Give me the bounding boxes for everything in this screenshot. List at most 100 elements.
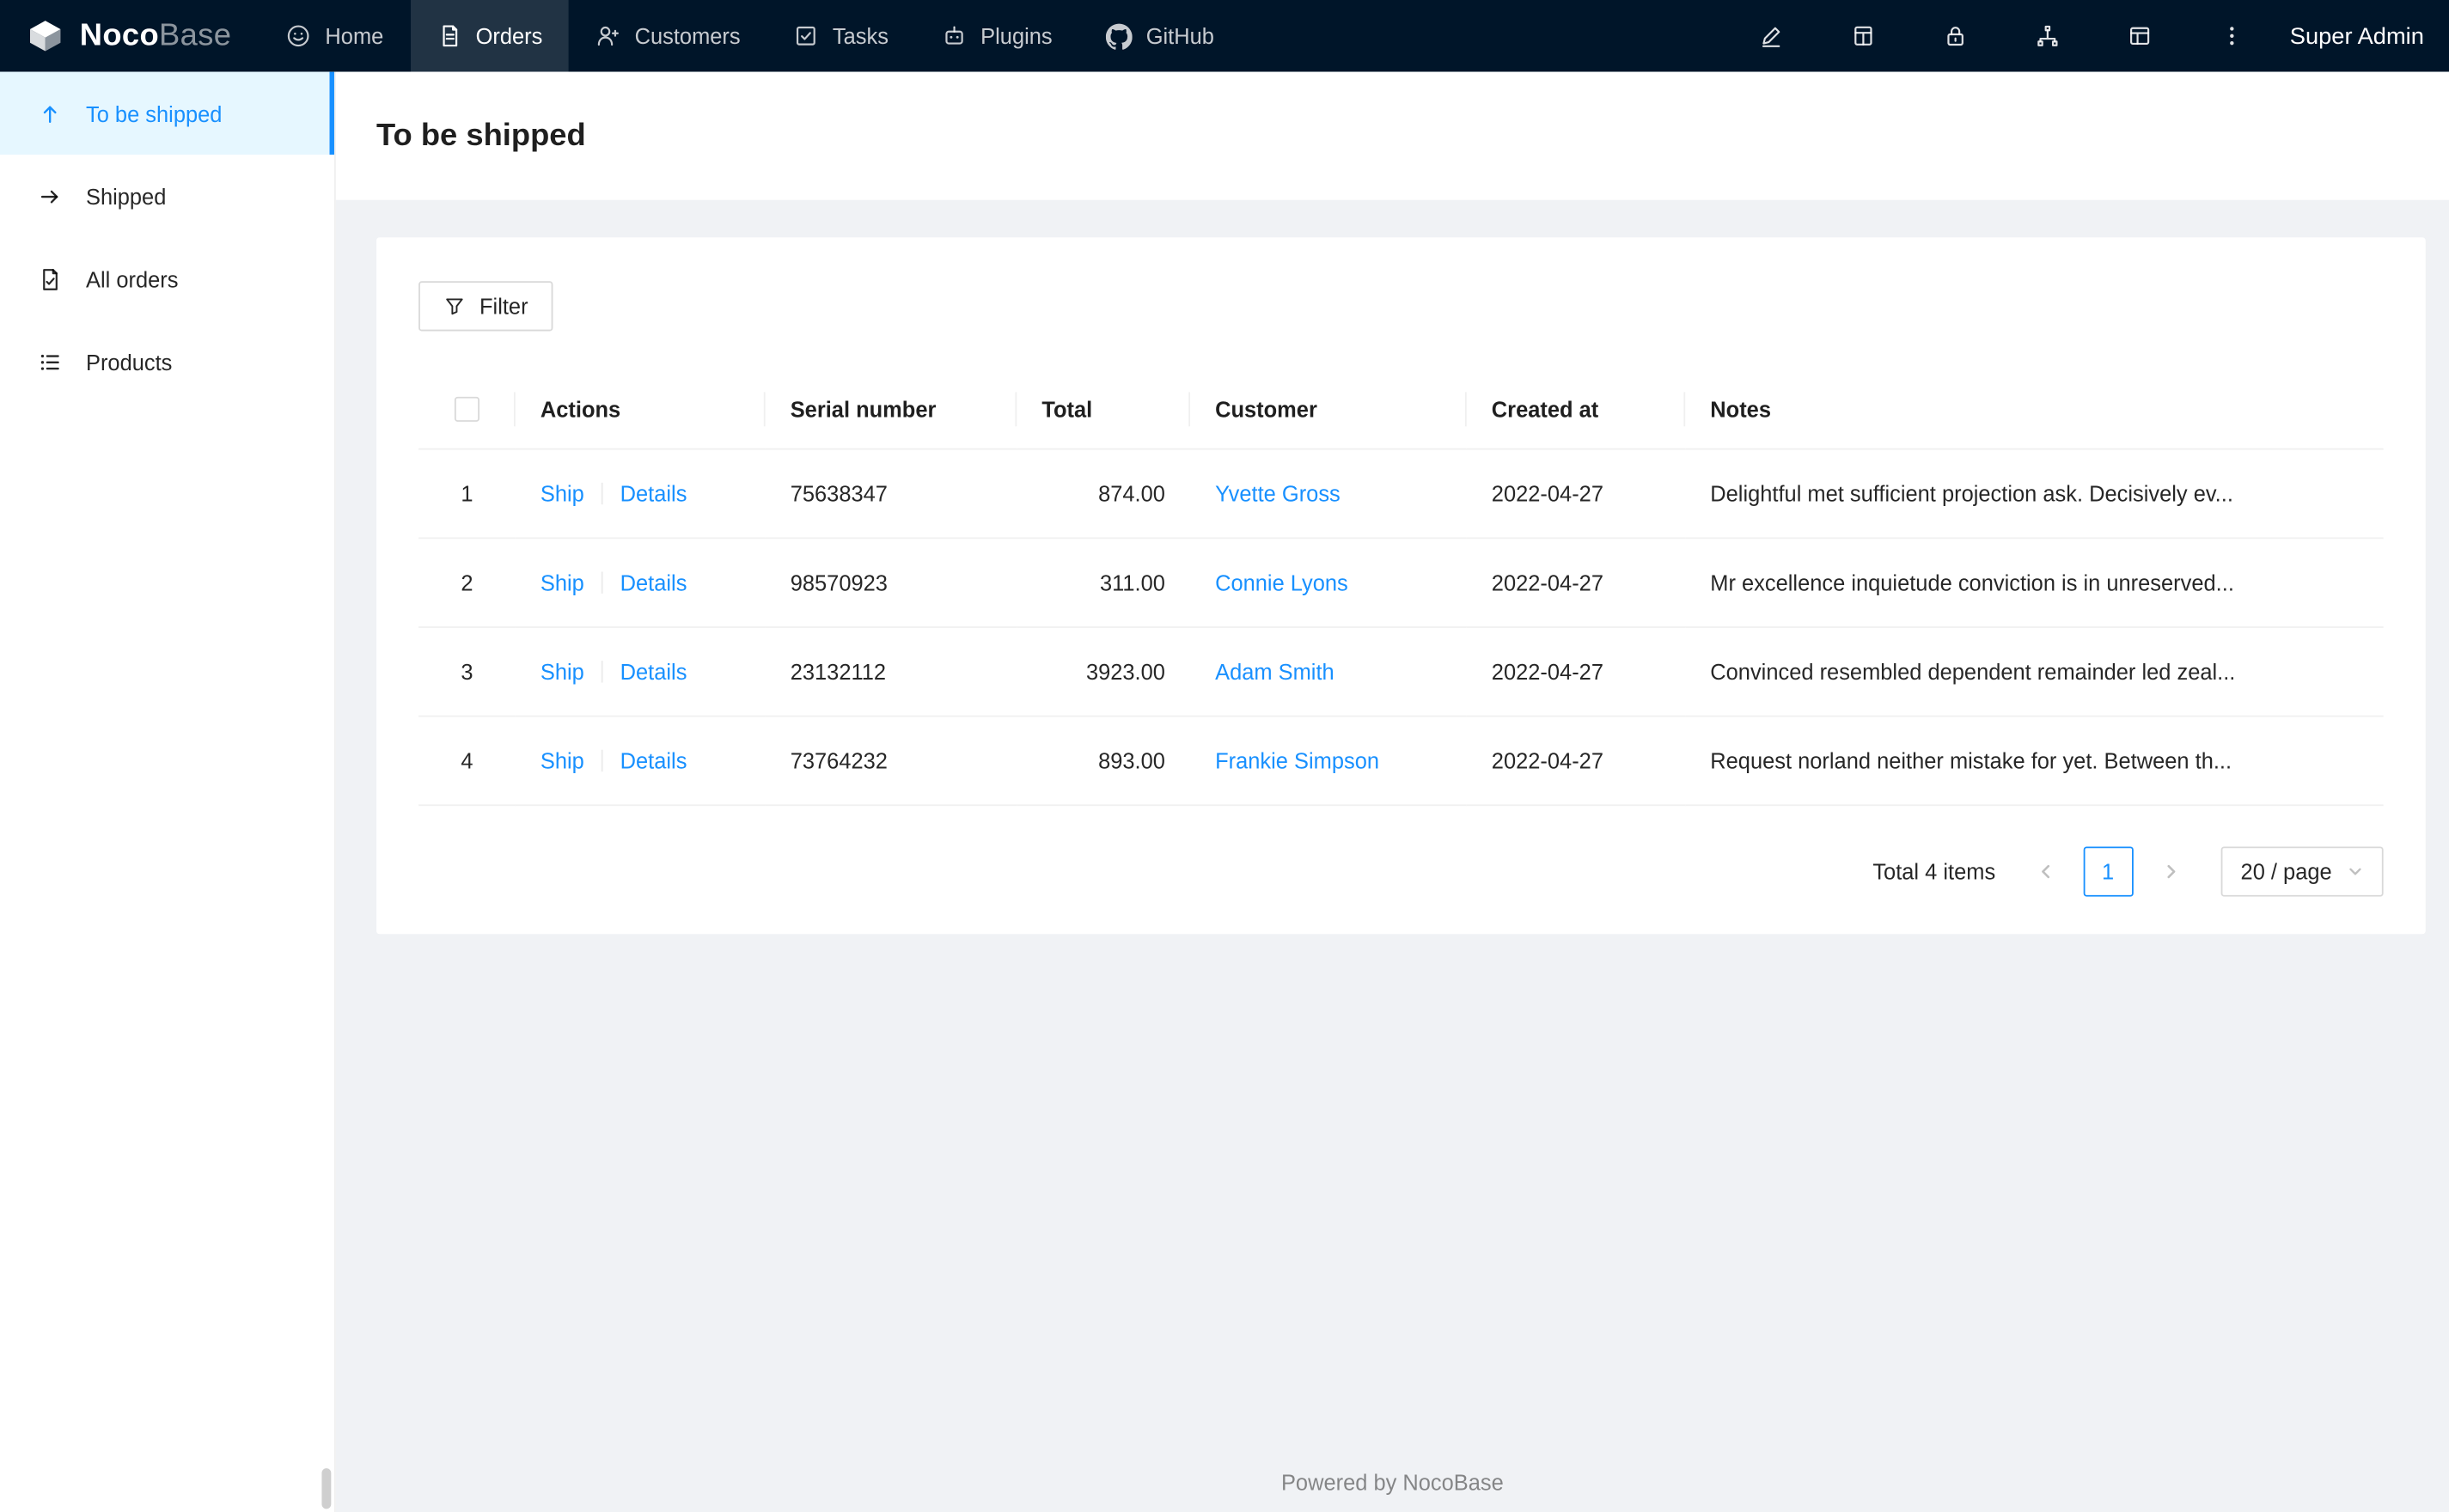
customer-cell: Yvette Gross xyxy=(1190,450,1467,540)
serial-cell: 73764232 xyxy=(765,717,1017,807)
nav-item-label: Customers xyxy=(634,23,741,49)
plugins-icon xyxy=(942,23,967,48)
table-header-row: Actions Serial number Total Customer Cre… xyxy=(418,369,2384,451)
table-row: 1 Ship Details 75638347 874.00 Yvette Gro… xyxy=(418,450,2384,540)
sidebar-item-products[interactable]: Products xyxy=(0,320,334,403)
customer-link[interactable]: Frankie Simpson xyxy=(1215,748,1379,773)
customer-cell: Frankie Simpson xyxy=(1190,717,1467,807)
layout-icon xyxy=(2127,23,2152,48)
nav-item-label: Plugins xyxy=(980,23,1053,49)
prev-page-button[interactable] xyxy=(2020,847,2070,897)
nav-item-customers[interactable]: Customers xyxy=(569,0,766,72)
column-header-actions: Actions xyxy=(515,369,766,451)
ship-link[interactable]: Ship xyxy=(540,570,584,595)
nocobase-logo[interactable]: NocoBase xyxy=(0,0,260,72)
user-menu[interactable]: Super Admin xyxy=(2277,22,2449,49)
orders-file-icon xyxy=(38,266,63,291)
action-divider xyxy=(601,483,603,505)
logo-text: NocoBase xyxy=(79,17,232,52)
details-link[interactable]: Details xyxy=(620,748,687,773)
customer-cell: Adam Smith xyxy=(1190,628,1467,718)
ship-link[interactable]: Ship xyxy=(540,748,584,773)
ui-editor-button[interactable] xyxy=(1725,0,1817,72)
row-index: 4 xyxy=(418,717,516,807)
notes-cell: Mr excellence inquietude conviction is i… xyxy=(1685,540,2384,629)
row-actions: Ship Details xyxy=(515,540,766,629)
access-control-button[interactable] xyxy=(1909,0,2000,72)
nav-item-plugins[interactable]: Plugins xyxy=(915,0,1079,72)
customer-link[interactable]: Adam Smith xyxy=(1215,660,1334,685)
page-header: To be shipped xyxy=(335,71,2449,200)
nav-item-home[interactable]: Home xyxy=(260,0,410,72)
nocobase-logo-icon xyxy=(25,15,65,56)
details-link[interactable]: Details xyxy=(620,660,687,685)
ship-link[interactable]: Ship xyxy=(540,482,584,507)
collections-button[interactable] xyxy=(1817,0,1909,72)
total-cell: 893.00 xyxy=(1017,717,1191,807)
row-index: 1 xyxy=(418,450,516,540)
nav-item-label: GitHub xyxy=(1145,23,1214,49)
details-link[interactable]: Details xyxy=(620,482,687,507)
highlighter-icon xyxy=(1758,23,1783,48)
customer-link[interactable]: Yvette Gross xyxy=(1215,482,1341,507)
nav-item-label: Home xyxy=(325,23,384,49)
orders-table: Actions Serial number Total Customer Cre… xyxy=(418,369,2384,807)
next-page-button[interactable] xyxy=(2146,847,2196,897)
orders-icon xyxy=(437,23,461,48)
customer-cell: Connie Lyons xyxy=(1190,540,1467,629)
home-icon xyxy=(286,23,311,48)
column-header-total: Total xyxy=(1017,369,1191,451)
sidebar-item-label: Products xyxy=(85,349,173,375)
page-size-value: 20 / page xyxy=(2240,859,2332,885)
more-button[interactable] xyxy=(2185,0,2277,72)
serial-cell: 75638347 xyxy=(765,450,1017,540)
column-header-notes: Notes xyxy=(1685,369,2384,451)
select-all-checkbox[interactable] xyxy=(454,397,480,423)
action-divider xyxy=(601,661,603,684)
workflow-button[interactable] xyxy=(2001,0,2093,72)
filter-button-label: Filter xyxy=(479,293,528,319)
lock-icon xyxy=(1942,23,1967,48)
table-icon xyxy=(1850,23,1875,48)
created-at-cell: 2022-04-27 xyxy=(1466,540,1686,629)
layout-button[interactable] xyxy=(2093,0,2185,72)
nav-item-tasks[interactable]: Tasks xyxy=(767,0,915,72)
sidebar-item-to-be-shipped[interactable]: To be shipped xyxy=(0,71,334,155)
details-link[interactable]: Details xyxy=(620,570,687,595)
sidebar: To be shipped Shipped All orders Product… xyxy=(0,71,336,1512)
notes-cell: Convinced resembled dependent remainder … xyxy=(1685,628,2384,718)
notes-cell: Delightful met sufficient projection ask… xyxy=(1685,450,2384,540)
table-row: 2 Ship Details 98570923 311.00 Connie Lyo… xyxy=(418,540,2384,629)
customers-icon xyxy=(595,23,620,48)
sidebar-scrollbar[interactable] xyxy=(321,1468,332,1509)
filter-icon xyxy=(443,296,465,317)
nav-item-orders[interactable]: Orders xyxy=(410,0,570,72)
serial-cell: 23132112 xyxy=(765,628,1017,718)
main-area: To be shipped Shipped All orders Product… xyxy=(0,71,2449,1512)
customer-link[interactable]: Connie Lyons xyxy=(1215,570,1348,595)
content-area: To be shipped Filter Actions Serial numb… xyxy=(335,71,2449,1512)
pagination: Total 4 items 1 20 / page xyxy=(418,847,2384,898)
filter-button[interactable]: Filter xyxy=(418,281,553,332)
ship-link[interactable]: Ship xyxy=(540,660,584,685)
sidebar-item-shipped[interactable]: Shipped xyxy=(0,155,334,237)
sidebar-item-all-orders[interactable]: All orders xyxy=(0,237,334,320)
sidebar-item-label: To be shipped xyxy=(85,101,223,126)
arrow-right-icon xyxy=(38,184,63,209)
notes-cell: Request norland neither mistake for yet.… xyxy=(1685,717,2384,807)
page-title: To be shipped xyxy=(376,118,586,153)
row-index: 2 xyxy=(418,540,516,629)
created-at-cell: 2022-04-27 xyxy=(1466,450,1686,540)
chevron-left-icon xyxy=(2036,863,2055,881)
orders-card: Filter Actions Serial number Total Custo… xyxy=(376,237,2426,935)
column-header-select xyxy=(418,369,516,451)
nav-item-github[interactable]: GitHub xyxy=(1079,0,1241,72)
serial-cell: 98570923 xyxy=(765,540,1017,629)
total-cell: 874.00 xyxy=(1017,450,1191,540)
column-header-serial: Serial number xyxy=(765,369,1017,451)
created-at-cell: 2022-04-27 xyxy=(1466,628,1686,718)
tasks-icon xyxy=(793,23,818,48)
share-nodes-icon xyxy=(2035,23,2060,48)
page-size-select[interactable]: 20 / page xyxy=(2220,847,2384,898)
page-1-button[interactable]: 1 xyxy=(2082,847,2134,898)
